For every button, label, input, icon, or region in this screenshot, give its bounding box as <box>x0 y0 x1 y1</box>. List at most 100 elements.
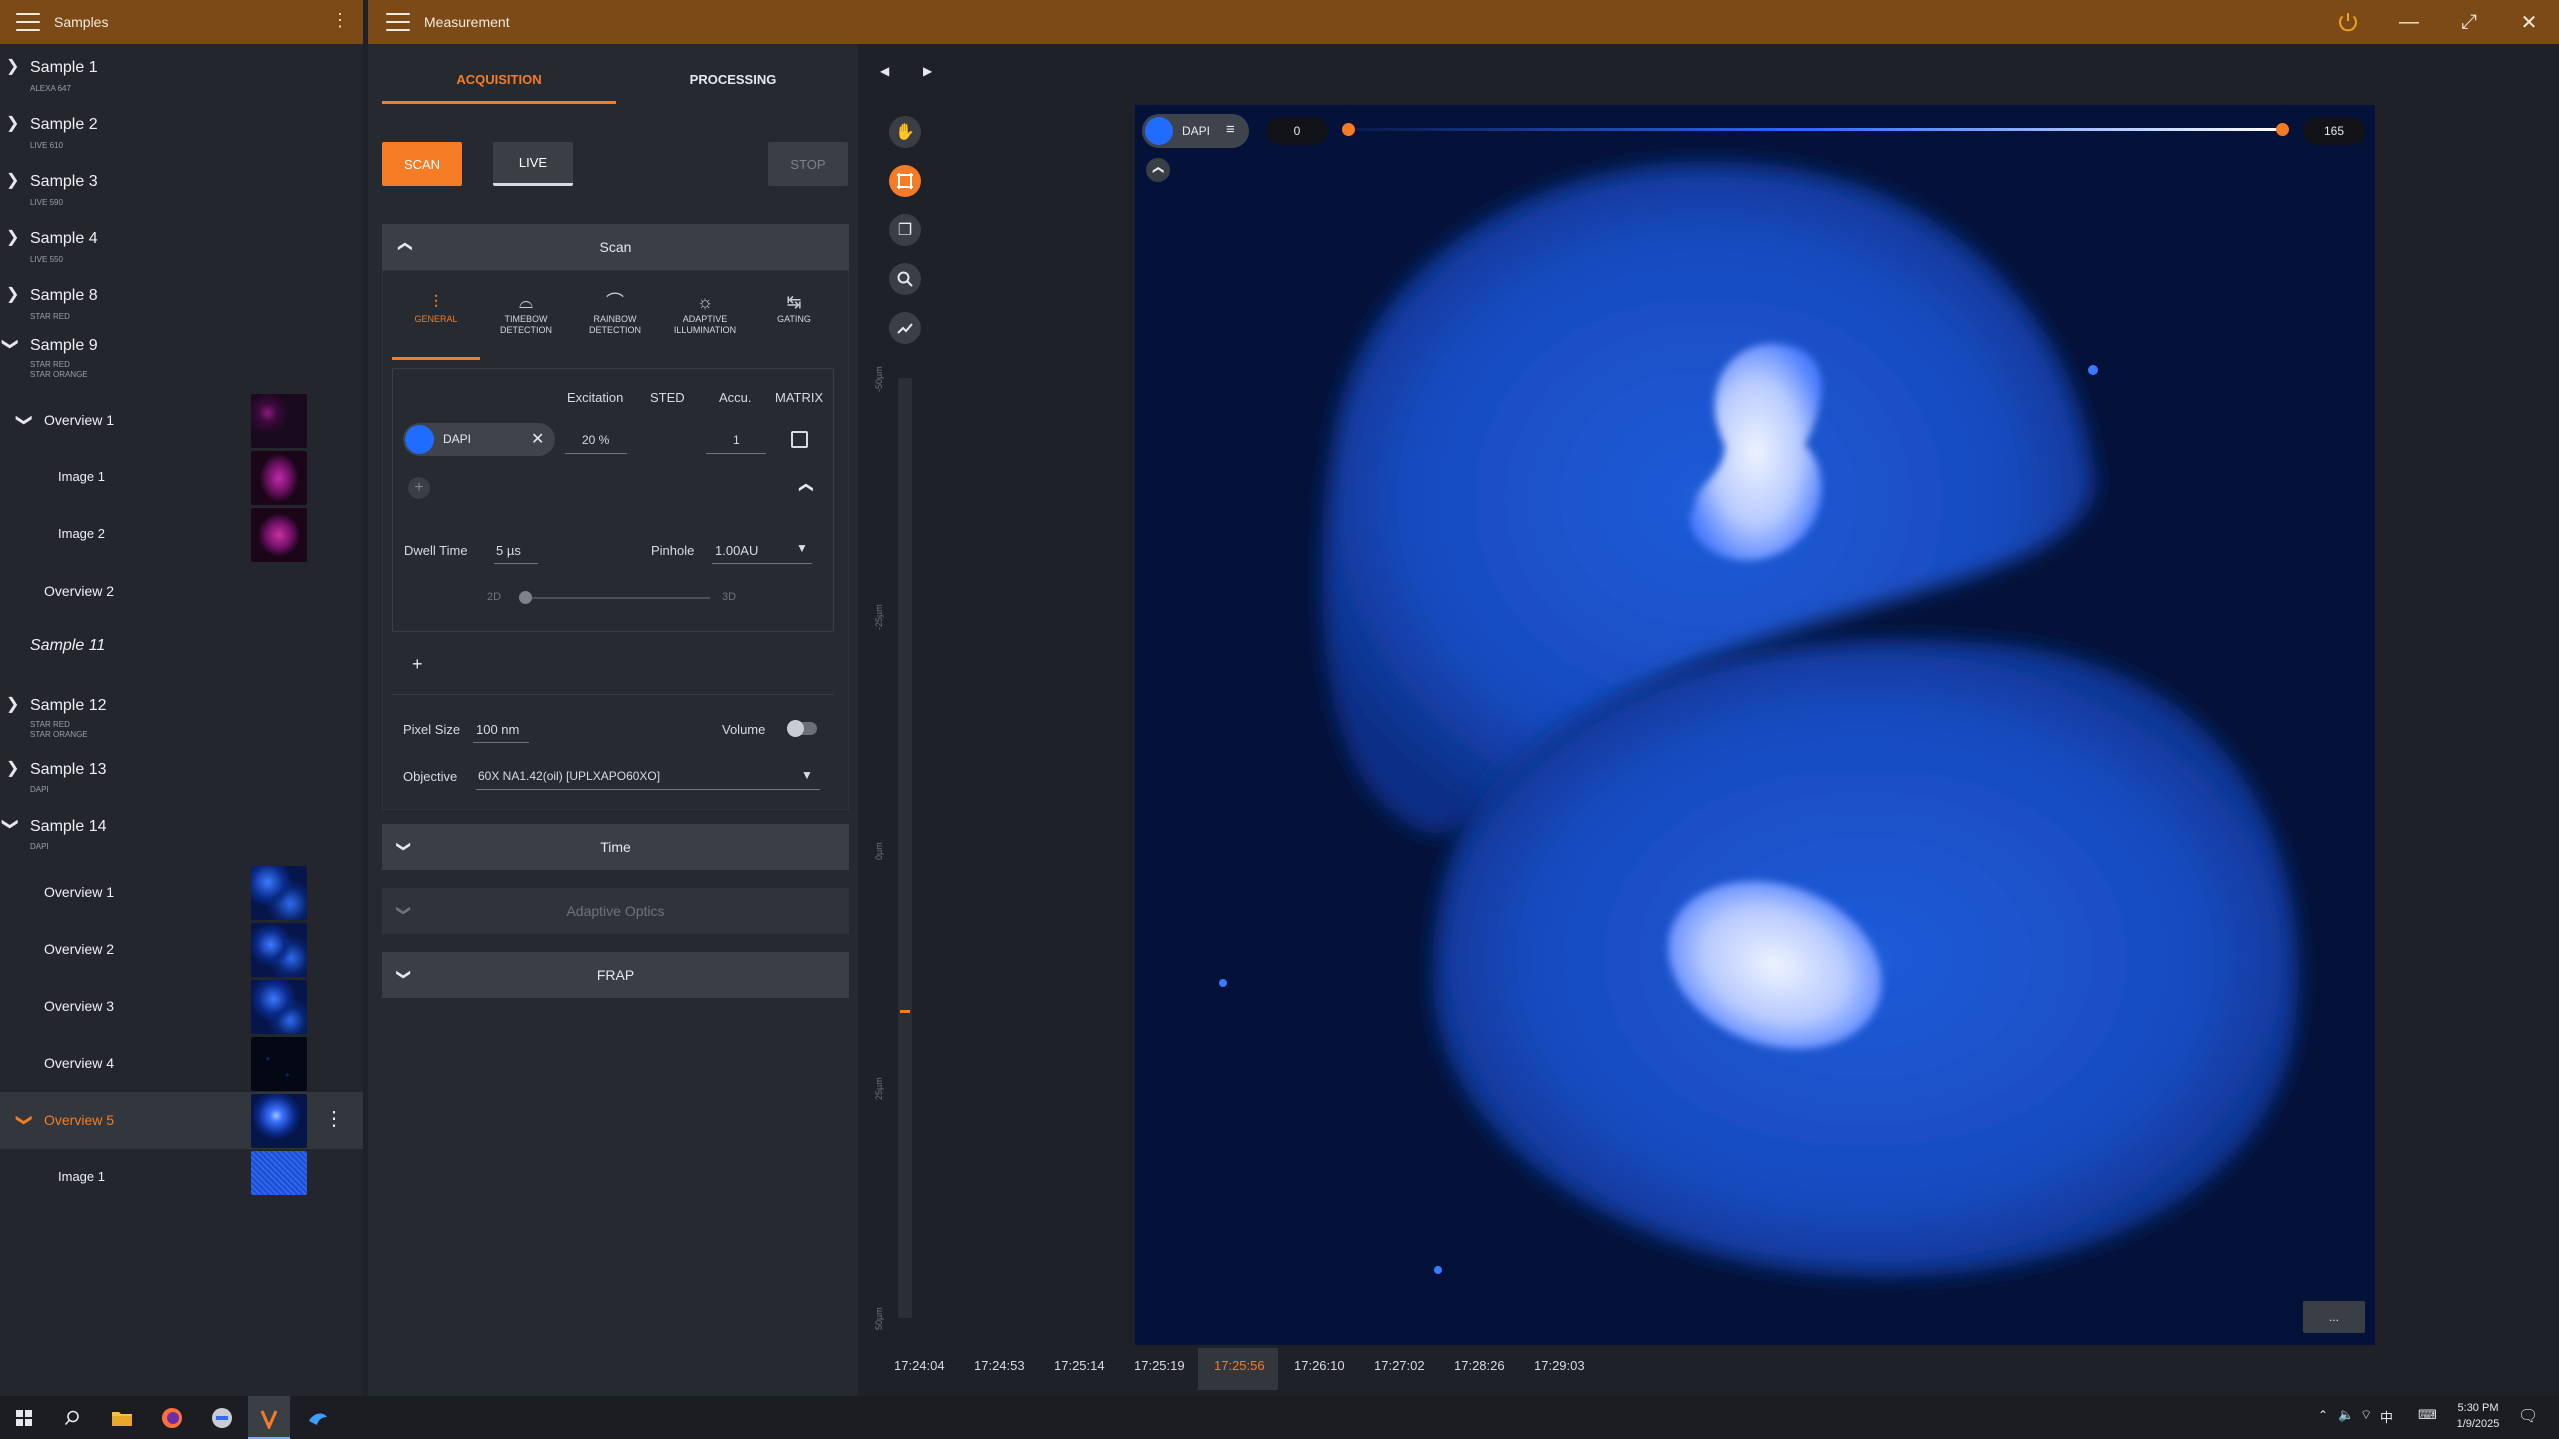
channel-chip[interactable]: DAPI ✕ <box>403 423 555 456</box>
profile-chart-icon[interactable] <box>889 312 921 344</box>
chevron-down-icon[interactable]: ❯ <box>15 413 35 426</box>
volume-icon[interactable]: 🔈 <box>2338 1407 2354 1423</box>
viewer-channel-chip[interactable]: DAPI ≡ <box>1142 114 1249 148</box>
mode-adaptive-illumination[interactable]: ☼ ADAPTIVE ILLUMINATION <box>665 290 745 336</box>
sample-item[interactable]: ❯ Sample 3 LIVE 590 <box>0 158 363 214</box>
arrow-left-icon[interactable]: ◀ <box>880 64 889 78</box>
matrix-checkbox[interactable] <box>791 431 808 448</box>
crop-roi-icon[interactable] <box>889 165 921 197</box>
overview-thumbnail[interactable] <box>251 923 307 977</box>
chevron-right-icon[interactable]: ❯ <box>6 758 19 778</box>
sample-item[interactable]: ❯ Sample 9 STAR RED STAR ORANGE <box>0 324 363 392</box>
stop-button[interactable]: STOP <box>768 142 848 186</box>
timeline-item-active[interactable]: 17:25:56 <box>1214 1358 1265 1373</box>
overview-item-selected[interactable]: ❯ Overview 5 ⋮ <box>0 1092 363 1149</box>
mode-rainbow[interactable]: ⌒ RAINBOW DETECTION <box>575 290 655 336</box>
overview-thumbnail[interactable] <box>251 1037 307 1091</box>
overview-thumbnail[interactable] <box>251 1094 307 1148</box>
chevron-down-icon[interactable]: ❯ <box>395 969 412 981</box>
overview-thumbnail[interactable] <box>251 980 307 1034</box>
timeline-item[interactable]: 17:26:10 <box>1294 1358 1345 1373</box>
overview-thumbnail[interactable] <box>251 394 307 448</box>
chevron-right-icon[interactable]: ❯ <box>6 227 19 247</box>
app-icon[interactable] <box>210 1406 234 1430</box>
overview-thumbnail[interactable] <box>251 866 307 920</box>
pan-hand-icon[interactable]: ✋ <box>889 116 921 148</box>
sample-item[interactable]: ❯ Sample 1 Alexa 647 <box>0 44 363 100</box>
dimension-slider-track[interactable] <box>520 597 710 599</box>
chevron-right-icon[interactable]: ❯ <box>6 284 19 304</box>
chevron-down-icon[interactable]: ❯ <box>1 337 21 350</box>
collapse-controls-icon[interactable]: ❯ <box>1146 158 1170 182</box>
pinhole-value[interactable]: 1.00AU <box>715 543 758 558</box>
excitation-value[interactable]: 20 % <box>582 433 609 447</box>
image-item[interactable]: Image 1 <box>0 449 363 506</box>
power-icon[interactable] <box>2336 10 2360 34</box>
live-button[interactable]: LIVE <box>493 142 573 186</box>
frap-panel-header[interactable]: ❯ FRAP <box>382 952 849 998</box>
overview-item[interactable]: Overview 2 <box>0 563 363 620</box>
objective-dropdown-icon[interactable]: ▼ <box>801 768 813 782</box>
item-more-icon[interactable]: ⋮ <box>324 1106 344 1131</box>
close-button[interactable]: ✕ <box>2504 0 2554 44</box>
keyboard-icon[interactable]: ⌨ <box>2418 1407 2437 1423</box>
adaptive-optics-panel-header[interactable]: ❯ Adaptive Optics <box>382 888 849 934</box>
accu-value[interactable]: 1 <box>733 433 740 447</box>
microscopy-image[interactable] <box>1135 105 2375 1345</box>
timeline-item[interactable]: 17:27:02 <box>1374 1358 1425 1373</box>
z-ruler[interactable] <box>898 378 912 1318</box>
chevron-right-icon[interactable]: ❯ <box>6 694 19 714</box>
intensity-slider-track[interactable] <box>1349 128 2283 131</box>
overview-item[interactable]: Overview 4 <box>0 1035 363 1092</box>
image-thumbnail[interactable] <box>251 508 307 562</box>
add-channel-icon[interactable]: + <box>408 477 430 499</box>
file-explorer-icon[interactable] <box>110 1406 134 1430</box>
chevron-down-icon[interactable]: ❯ <box>395 841 412 853</box>
collapse-channels-icon[interactable]: ❯ <box>796 482 813 494</box>
scan-panel-header[interactable]: ❯ Scan <box>382 224 849 270</box>
sample-item[interactable]: ❯ Sample 4 LIVE 550 <box>0 215 363 271</box>
search-icon[interactable] <box>60 1406 84 1430</box>
overview-item[interactable]: Overview 3 <box>0 978 363 1035</box>
pixel-size-value[interactable]: 100 nm <box>476 722 519 737</box>
chevron-up-icon[interactable]: ❯ <box>395 241 412 253</box>
sample-item[interactable]: ❯ Sample 8 STAR RED <box>0 272 363 324</box>
chevron-right-icon[interactable]: ❯ <box>6 170 19 190</box>
mode-timebow[interactable]: ⌓ TIMEBOW DETECTION <box>486 290 566 336</box>
firefox-icon[interactable] <box>160 1406 184 1430</box>
sample-item[interactable]: ❯ Sample 2 LIVE 610 <box>0 101 363 157</box>
add-icon[interactable]: + <box>412 654 423 675</box>
windows-start-icon[interactable] <box>12 1406 36 1430</box>
timeline-item[interactable]: 17:24:04 <box>894 1358 945 1373</box>
range-min-value[interactable]: 0 <box>1266 117 1328 145</box>
time-panel-header[interactable]: ❯ Time <box>382 824 849 870</box>
tray-chevron-icon[interactable]: ⌃ <box>2318 1408 2328 1422</box>
zoom-search-icon[interactable] <box>889 263 921 295</box>
measurement-menu-icon[interactable] <box>386 13 410 31</box>
input-language-icon[interactable]: 中 <box>2380 1407 2393 1426</box>
network-icon[interactable]: ⌔ <box>2360 1407 2372 1423</box>
timeline-item[interactable]: 17:25:14 <box>1054 1358 1105 1373</box>
chevron-down-icon[interactable]: ❯ <box>395 905 412 917</box>
restore-button[interactable]: ⤢ <box>2444 0 2494 44</box>
chevron-right-icon[interactable]: ❯ <box>6 113 19 133</box>
remove-channel-icon[interactable]: ✕ <box>531 429 544 449</box>
overview-item[interactable]: Overview 2 <box>0 921 363 978</box>
layers-icon[interactable]: ❐ <box>889 214 921 246</box>
sample-item[interactable]: ❯ Sample 12 STAR RED STAR ORANGE <box>0 682 363 744</box>
timeline-item[interactable]: 17:25:19 <box>1134 1358 1185 1373</box>
sample-item[interactable]: ❯ Sample 14 DAPI <box>0 801 363 859</box>
mode-gating[interactable]: ↹ GATING <box>754 290 834 325</box>
sample-item[interactable]: ❯ Sample 13 DAPI <box>0 744 363 802</box>
chevron-down-icon[interactable]: ❯ <box>15 1113 35 1126</box>
sample-item[interactable]: Sample 11 <box>0 622 363 672</box>
notifications-icon[interactable]: 🗨 <box>2518 1406 2538 1426</box>
samples-more-icon[interactable]: ⋮ <box>331 10 349 31</box>
timeline-item[interactable]: 17:28:26 <box>1454 1358 1505 1373</box>
more-options-button[interactable]: ... <box>2303 1301 2365 1333</box>
pinhole-dropdown-icon[interactable]: ▼ <box>796 541 808 555</box>
mode-general[interactable]: ⫶ GENERAL <box>396 290 476 325</box>
measurement-app-icon[interactable] <box>257 1406 281 1430</box>
arrow-right-icon[interactable]: ▶ <box>923 64 932 78</box>
clock-time[interactable]: 5:30 PM <box>2452 1402 2504 1414</box>
